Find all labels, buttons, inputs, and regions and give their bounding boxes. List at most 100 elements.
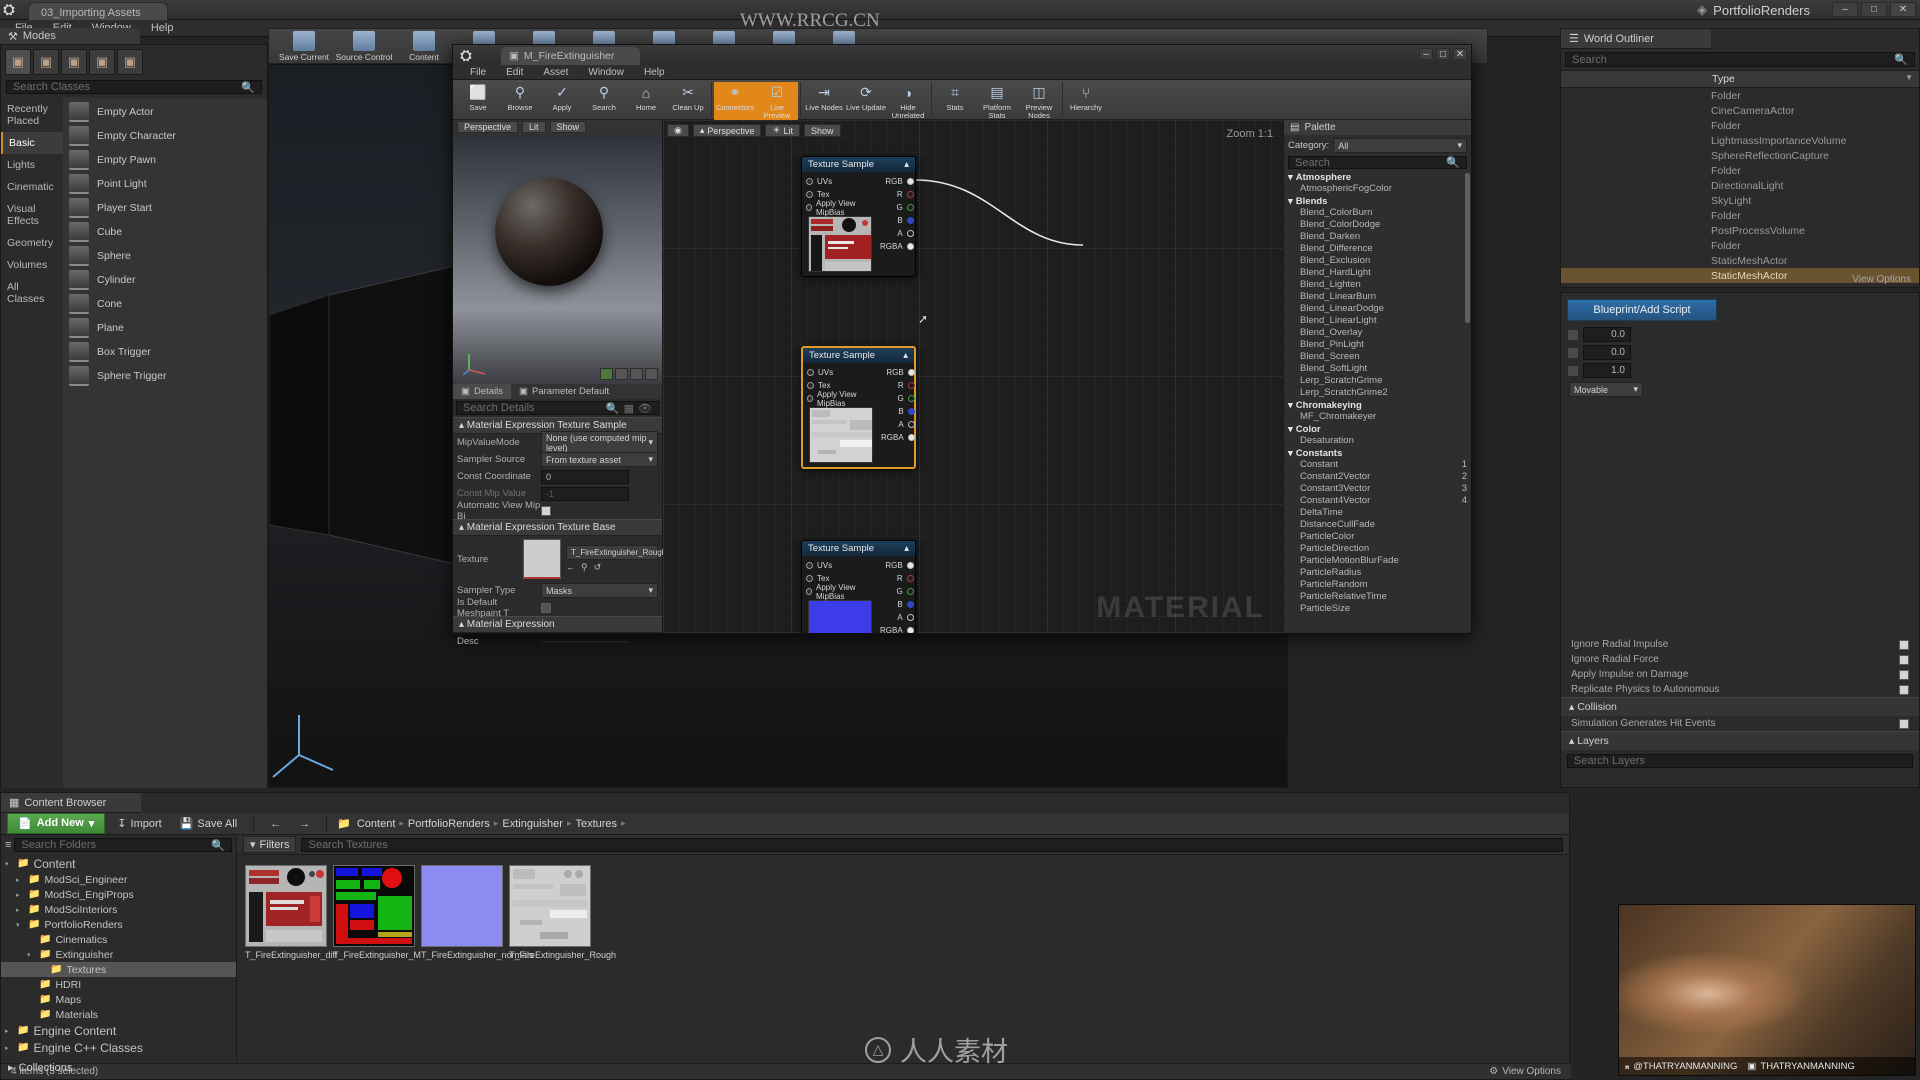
browse-to-asset-icon[interactable]: ⚲ xyxy=(581,562,588,573)
output-pin[interactable] xyxy=(907,434,915,441)
window-controls[interactable]: – □ ✕ xyxy=(1832,2,1916,17)
palette-item[interactable]: Blend_ColorBurn xyxy=(1284,207,1471,219)
tree-node[interactable]: 📁 Materials xyxy=(1,1007,236,1022)
mat-maximize-button[interactable]: □ xyxy=(1436,48,1450,60)
palette-item[interactable]: Constant3Vector 3 xyxy=(1284,483,1471,495)
details-row-value[interactable]: None (use computed mip level) ▾ xyxy=(541,430,658,455)
asset-tile[interactable]: T_FireExtinguisher_Rough xyxy=(509,865,616,960)
material-menu-help[interactable]: Help xyxy=(635,66,674,79)
output-pin[interactable] xyxy=(906,588,914,595)
import-button[interactable]: ↧ Import xyxy=(111,815,167,832)
asset-grid[interactable]: T_FireExtinguisher_diff T_FireExtinguishe… xyxy=(237,855,1569,970)
input-pin[interactable] xyxy=(806,588,812,595)
details-tab-details[interactable]: ▣ Details xyxy=(453,384,512,399)
outliner-rows[interactable]: Folder CineCameraActor Folder LightmassImpo… xyxy=(1561,88,1919,283)
details-row[interactable]: Texture T_FireExtinguisher_Rough▾ ← ⚲ ↺ xyxy=(453,536,671,582)
palette-item[interactable]: DistanceCullFade xyxy=(1284,519,1471,531)
material-menu-edit[interactable]: Edit xyxy=(497,66,532,79)
palette-item[interactable]: ParticleMotionBlurFade xyxy=(1284,555,1471,567)
node-header[interactable]: Texture Sample ▴ xyxy=(802,157,915,172)
preview-cube-button[interactable] xyxy=(630,368,643,380)
breadcrumb-content[interactable]: Content xyxy=(357,818,396,830)
material-toolbar-connectors[interactable]: ⚭ Connectors xyxy=(714,82,756,120)
checkbox[interactable] xyxy=(1899,639,1909,650)
asset-tile[interactable]: T_FireExtinguisher_M xyxy=(333,865,421,960)
details-row[interactable]: MipValueMode None (use computed mip level… xyxy=(453,430,662,455)
transform-lock-icon[interactable] xyxy=(1567,328,1579,341)
folder-search-input[interactable]: Search Folders 🔍 xyxy=(14,838,232,852)
palette-group-header[interactable]: ▾ Atmosphere xyxy=(1284,171,1471,183)
asset-thumbnail[interactable] xyxy=(421,865,503,947)
blueprint-add-script-button[interactable]: Blueprint/Add Script xyxy=(1567,299,1717,321)
mobility-combo[interactable]: Movable ▾ xyxy=(1569,382,1643,397)
output-pin[interactable] xyxy=(906,575,914,582)
details-row-value[interactable]: -1 xyxy=(541,486,658,501)
input-pin[interactable] xyxy=(806,575,813,582)
node-output-pin-row[interactable]: B xyxy=(877,405,919,418)
node-input-pin-row[interactable]: Apply View MipBias xyxy=(802,583,876,601)
palette-item[interactable]: Constant 1 xyxy=(1284,459,1471,471)
palette-group-header[interactable]: ▾ Blends xyxy=(1284,195,1471,207)
placeable-item[interactable]: Cone xyxy=(63,292,267,316)
details-row[interactable]: Desc xyxy=(453,633,662,650)
details-checkbox-row[interactable]: Replicate Physics to Autonomous xyxy=(1561,682,1919,697)
folder-tree[interactable]: ▾ 📁 Content ▸ 📁 ModSci_Engineer ▸ 📁 ModSci_EngiP… xyxy=(1,855,236,1056)
details-checkbox[interactable] xyxy=(541,505,551,516)
palette-item[interactable]: Blend_Darken xyxy=(1284,231,1471,243)
graph-perspective-tab[interactable]: ▴ Perspective xyxy=(692,124,762,137)
node-input-pin-row[interactable]: UVs xyxy=(802,559,876,572)
tree-node[interactable]: 📁 HDRI xyxy=(1,977,236,992)
texture-sample-node[interactable]: Texture Sample ▴ UVs Tex Apply View MipBias R… xyxy=(801,156,916,277)
outliner-row[interactable]: Folder xyxy=(1561,208,1919,223)
outliner-row[interactable]: Folder xyxy=(1561,163,1919,178)
asset-tile[interactable]: T_FireExtinguisher_normals xyxy=(421,865,534,960)
material-toolbar[interactable]: ⬜ Save ⚲ Browse ✓ Apply ⚲ Search ⌂ Home ✂ Clean Up ⚭… xyxy=(453,80,1471,120)
material-toolbar-browse[interactable]: ⚲ Browse xyxy=(499,82,541,120)
reset-icon[interactable]: ↺ xyxy=(594,562,602,573)
output-pin[interactable] xyxy=(907,369,915,376)
breadcrumb-textures[interactable]: Textures xyxy=(575,818,617,830)
output-pin[interactable] xyxy=(906,204,914,211)
output-pin[interactable] xyxy=(906,191,914,198)
outliner-row[interactable]: LightmassImportanceVolume xyxy=(1561,133,1919,148)
asset-tile[interactable]: T_FireExtinguisher_diff xyxy=(245,865,337,960)
use-selected-icon[interactable]: ← xyxy=(566,562,575,573)
material-toolbar-preview-nodes[interactable]: ◫ Preview Nodes xyxy=(1018,82,1060,120)
output-pin[interactable] xyxy=(907,408,915,415)
nav-forward-icon[interactable]: → xyxy=(293,816,316,832)
output-pin[interactable] xyxy=(906,230,914,237)
filters-button[interactable]: ▾ Filters xyxy=(243,836,297,853)
details-row-value[interactable] xyxy=(541,639,658,644)
node-collapse-icon[interactable]: ▴ xyxy=(904,159,909,170)
graph-lit-tab[interactable]: ☀ Lit xyxy=(765,124,801,137)
material-toolbar-save[interactable]: ⬜ Save xyxy=(457,82,499,120)
input-pin[interactable] xyxy=(806,191,813,198)
details-section-header[interactable]: ▴ Material Expression xyxy=(453,616,662,633)
graph-show-tab[interactable]: Show xyxy=(804,124,841,137)
placeable-item[interactable]: Player Start xyxy=(63,196,267,220)
placeable-category-recently-placed[interactable]: Recently Placed xyxy=(1,98,63,132)
palette-item[interactable]: ParticleColor xyxy=(1284,531,1471,543)
details-input[interactable]: -1 xyxy=(541,486,629,501)
material-window-controls[interactable]: – □ ✕ xyxy=(1419,48,1467,60)
tree-expand-icon[interactable]: ▾ xyxy=(5,860,13,868)
output-pin[interactable] xyxy=(907,382,915,389)
material-preview-viewport[interactable] xyxy=(453,134,662,384)
tree-node[interactable]: 📁 Textures xyxy=(1,962,236,977)
palette-item[interactable]: Blend_Overlay xyxy=(1284,327,1471,339)
transform-lock-icon[interactable] xyxy=(1567,364,1579,377)
preview-cylinder-button[interactable] xyxy=(615,368,628,380)
placeable-category-all-classes[interactable]: All Classes xyxy=(1,276,63,310)
place-mode-icon[interactable]: ▣ xyxy=(5,49,31,75)
nav-back-icon[interactable]: ← xyxy=(264,816,287,832)
tree-node[interactable]: ▾ 📁 Extinguisher xyxy=(1,947,236,962)
checkbox[interactable] xyxy=(1899,654,1909,665)
close-button[interactable]: ✕ xyxy=(1890,2,1916,17)
palette-item[interactable]: ParticleSize xyxy=(1284,603,1471,611)
node-inputs[interactable]: UVs Tex Apply View MipBias xyxy=(803,366,877,463)
asset-view-toolbar[interactable]: ▾ Filters Search Textures xyxy=(237,835,1569,855)
palette-group-arrow[interactable]: ▾ xyxy=(1288,424,1293,435)
material-toolbar-platform-stats[interactable]: ▤ Platform Stats xyxy=(976,82,1018,120)
tree-toggle-icon[interactable]: ≡ xyxy=(5,839,11,851)
tree-node[interactable]: ▸ 📁 Engine C++ Classes xyxy=(1,1039,236,1056)
